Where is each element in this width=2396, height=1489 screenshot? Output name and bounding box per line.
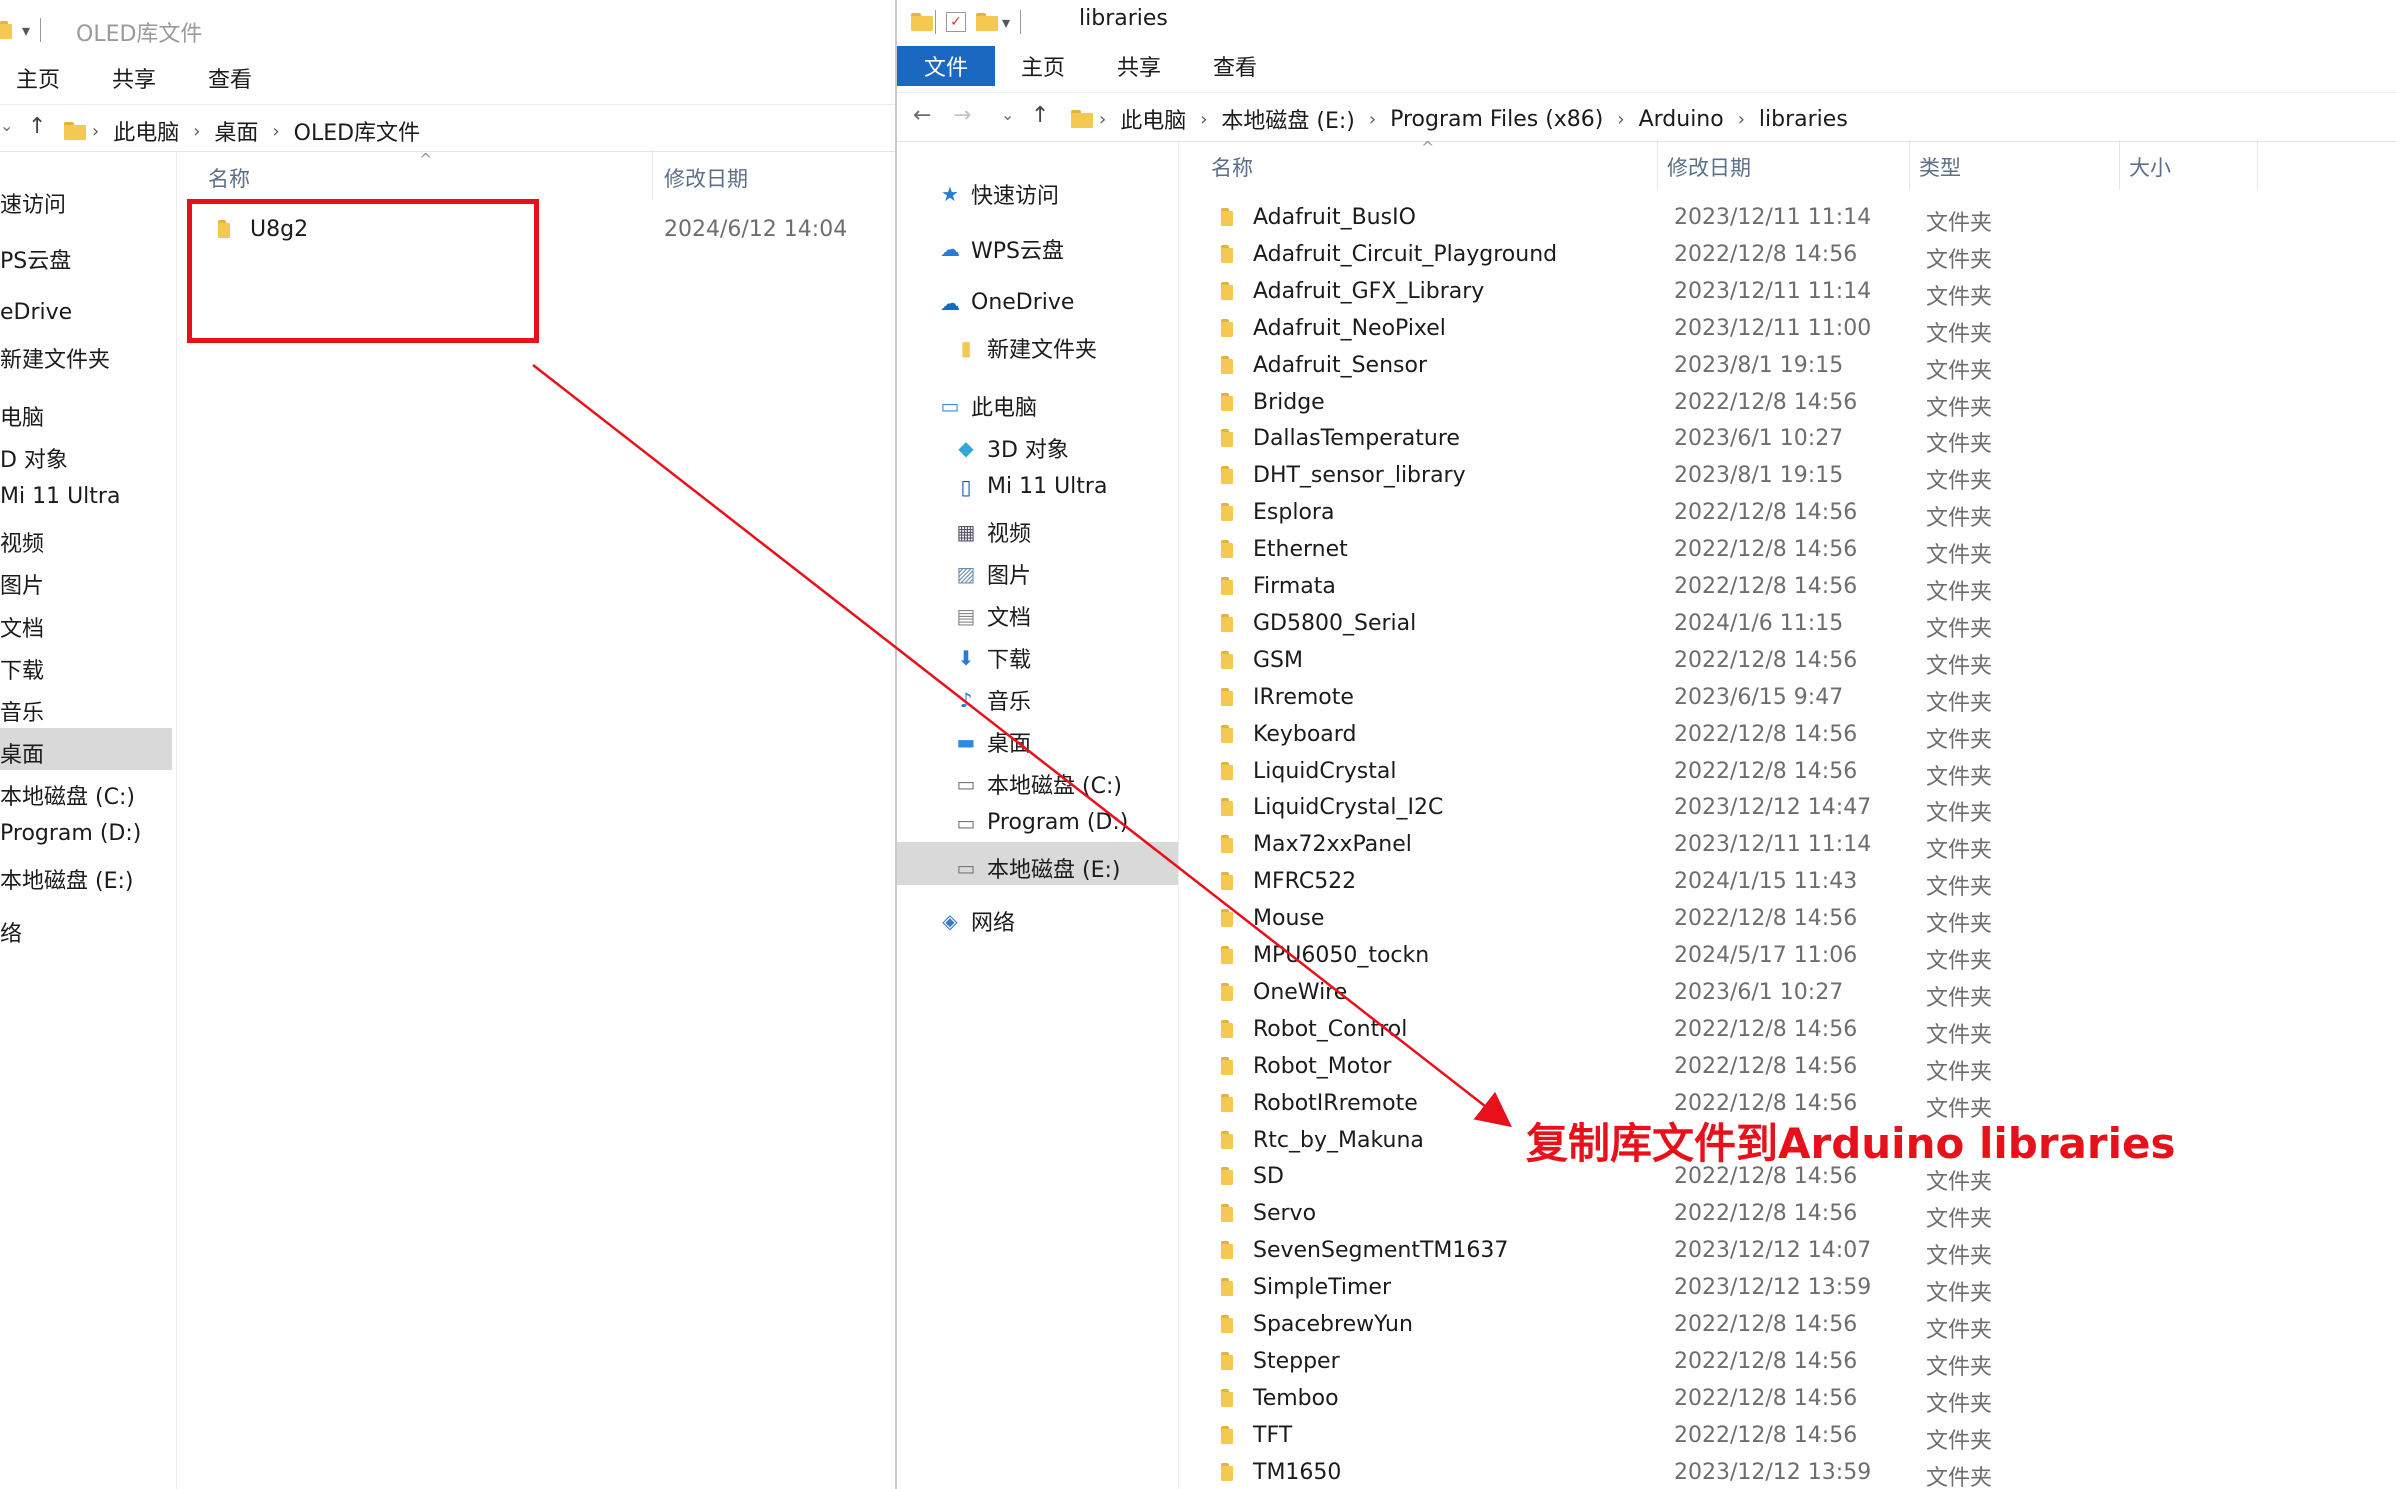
arrow-line [532,364,1512,1128]
annotation-text: 复制库文件到Arduino libraries [1526,1119,2176,1168]
arrow-annotation [532,364,1512,1128]
